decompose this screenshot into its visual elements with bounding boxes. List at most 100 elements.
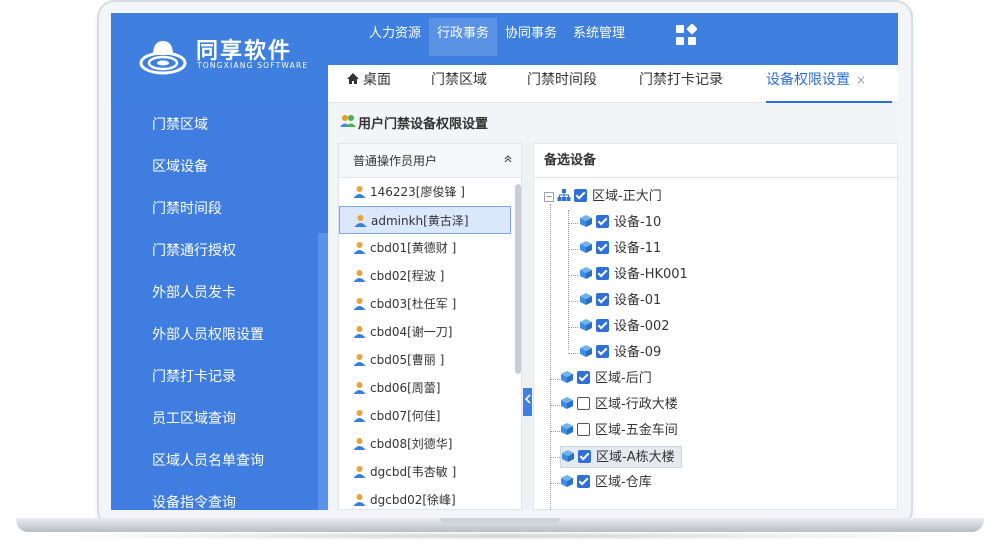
user-list-item[interactable]: cbd08[刘德华] bbox=[339, 430, 511, 458]
tree-node-device[interactable]: 设备-09 bbox=[579, 342, 661, 364]
sidebar-item[interactable]: 门禁区域 bbox=[152, 113, 208, 137]
user-list-item[interactable]: cbd04[谢一刀] bbox=[339, 318, 511, 346]
user-icon bbox=[354, 215, 367, 227]
tree-connector bbox=[550, 379, 560, 380]
checkbox[interactable] bbox=[578, 450, 591, 463]
tree-node-device[interactable]: 设备-01 bbox=[579, 290, 661, 312]
user-name: cbd03[杜任军 ] bbox=[370, 297, 457, 311]
tab-item[interactable]: 门禁区域 bbox=[431, 65, 487, 103]
tab-item[interactable]: 设备权限设置 × bbox=[766, 65, 892, 103]
user-panel: 普通操作员用户 146223[廖俊锋 ] adminkh[黄古泽] cbd01[黄德… bbox=[338, 143, 522, 510]
user-name: cbd07[何佳] bbox=[370, 409, 441, 423]
user-list-item[interactable]: cbd05[曹丽 ] bbox=[339, 346, 511, 374]
tree-node-label: 设备-09 bbox=[614, 345, 662, 360]
device-cube-icon bbox=[561, 475, 573, 487]
user-icon bbox=[353, 186, 366, 198]
tab-item[interactable]: 门禁打卡记录 bbox=[639, 65, 723, 103]
tree-node-area[interactable]: 区域-行政大楼 bbox=[560, 394, 678, 416]
tree-connector bbox=[568, 275, 578, 276]
close-icon[interactable]: × bbox=[856, 73, 866, 87]
tab-item[interactable]: 门禁时间段 bbox=[527, 65, 597, 103]
device-cube-icon bbox=[562, 450, 574, 462]
checkbox[interactable] bbox=[577, 423, 590, 436]
tree-node-device[interactable]: 设备-002 bbox=[579, 316, 670, 338]
user-name: cbd04[谢一刀] bbox=[370, 325, 453, 339]
sidebar-item[interactable]: 门禁时间段 bbox=[152, 197, 222, 221]
user-list-item[interactable]: adminkh[黄古泽] bbox=[339, 206, 511, 234]
tab-label: 门禁时间段 bbox=[527, 72, 597, 88]
topnav-item[interactable]: 系统管理 bbox=[565, 18, 633, 56]
checkbox[interactable] bbox=[577, 475, 590, 488]
main-content: 用户门禁设备权限设置 普通操作员用户 146223[廖俊锋 ] adminkh[黄… bbox=[328, 103, 898, 510]
user-list-item[interactable]: dgcbd02[徐峰] bbox=[339, 486, 511, 510]
tree-node-device[interactable]: 设备-HK001 bbox=[579, 264, 688, 286]
checkbox[interactable] bbox=[596, 293, 609, 306]
tab-desktop[interactable]: 桌面 bbox=[346, 65, 391, 103]
app-grid-icon[interactable] bbox=[675, 24, 697, 46]
topnav-item[interactable]: 协同事务 bbox=[497, 18, 565, 56]
user-list-item[interactable]: cbd06[周蕾] bbox=[339, 374, 511, 402]
user-list-item[interactable]: cbd01[黄德财 ] bbox=[339, 234, 511, 262]
topnav-item[interactable]: 人力资源 bbox=[361, 18, 429, 56]
user-list-item[interactable]: cbd02[程波 ] bbox=[339, 262, 511, 290]
sidebar-scrollbar[interactable] bbox=[318, 233, 328, 510]
sidebar-item[interactable]: 设备指令查询 bbox=[152, 491, 236, 510]
tree-connector bbox=[568, 301, 578, 302]
user-icon bbox=[353, 354, 366, 366]
sidebar-item[interactable]: 区域设备 bbox=[152, 155, 208, 179]
tree-node-device[interactable]: 设备-10 bbox=[579, 212, 661, 234]
user-icon bbox=[353, 494, 366, 506]
collapse-icon[interactable] bbox=[503, 144, 513, 178]
user-icon bbox=[353, 466, 366, 478]
device-cube-icon bbox=[580, 267, 592, 279]
checkbox[interactable] bbox=[596, 267, 609, 280]
checkbox[interactable] bbox=[596, 319, 609, 332]
checkbox[interactable] bbox=[577, 371, 590, 384]
checkbox[interactable] bbox=[596, 345, 609, 358]
checkbox[interactable] bbox=[577, 397, 590, 410]
tree-node-device[interactable]: 设备-11 bbox=[579, 238, 661, 260]
sidebar-item[interactable]: 区域人员名单查询 bbox=[152, 449, 264, 473]
laptop-shadow bbox=[30, 532, 970, 540]
device-cube-icon bbox=[580, 293, 592, 305]
sidebar-item[interactable]: 员工区域查询 bbox=[152, 407, 236, 431]
collapse-left-button[interactable] bbox=[523, 388, 532, 416]
user-name: cbd06[周蕾] bbox=[370, 381, 441, 395]
tree-node-label: 区域-行政大楼 bbox=[595, 397, 678, 412]
user-list-item[interactable]: cbd03[杜任军 ] bbox=[339, 290, 511, 318]
user-name: dgcbd[韦杏敏 ] bbox=[370, 465, 457, 479]
sidebar-item[interactable]: 门禁打卡记录 bbox=[152, 365, 236, 389]
topnav-item[interactable]: 行政事务 bbox=[429, 18, 498, 56]
tree-connector bbox=[568, 327, 578, 328]
user-icon bbox=[353, 270, 366, 282]
tree-node-label: 区域-A栋大楼 bbox=[596, 450, 675, 465]
checkbox[interactable] bbox=[596, 215, 609, 228]
user-panel-header: 普通操作员用户 bbox=[339, 144, 521, 178]
sidebar-item[interactable]: 门禁通行授权 bbox=[152, 239, 236, 263]
user-name: cbd08[刘德华] bbox=[370, 437, 453, 451]
tree-node-area[interactable]: 区域-五金车间 bbox=[560, 420, 678, 442]
user-list-item[interactable]: cbd07[何佳] bbox=[339, 402, 511, 430]
laptop-notch bbox=[440, 518, 560, 524]
device-cube-icon bbox=[561, 397, 573, 409]
tree-node-label: 区域-后门 bbox=[595, 371, 652, 386]
checkbox[interactable] bbox=[596, 241, 609, 254]
home-icon bbox=[347, 73, 359, 84]
checkbox[interactable] bbox=[574, 189, 587, 202]
user-list-item[interactable]: dgcbd[韦杏敏 ] bbox=[339, 458, 511, 486]
user-list-scrollbar[interactable] bbox=[515, 184, 521, 374]
user-list-item[interactable]: 146223[廖俊锋 ] bbox=[339, 178, 511, 206]
sidebar-item[interactable]: 外部人员发卡 bbox=[152, 281, 236, 305]
org-tree-icon bbox=[557, 189, 571, 201]
device-cube-icon bbox=[580, 241, 592, 253]
collapse-toggle-icon[interactable]: − bbox=[544, 192, 554, 202]
tree-node-label: 设备-HK001 bbox=[614, 267, 688, 282]
tree-node-area[interactable]: − 区域-正大门 bbox=[544, 186, 662, 208]
panel-splitter[interactable] bbox=[522, 143, 532, 510]
tree-node-area[interactable]: 区域-仓库 bbox=[560, 472, 652, 494]
app-screen: 同享软件 TONGXIANG SOFTWARE 人力资源 行政事务 协同事务 系统管理… bbox=[111, 13, 898, 510]
sidebar-item[interactable]: 外部人员权限设置 bbox=[152, 323, 264, 347]
brand-subtitle: TONGXIANG SOFTWARE bbox=[197, 61, 309, 70]
tree-node-area[interactable]: 区域-A栋大楼 bbox=[560, 446, 682, 468]
tree-node-area[interactable]: 区域-后门 bbox=[560, 368, 652, 390]
